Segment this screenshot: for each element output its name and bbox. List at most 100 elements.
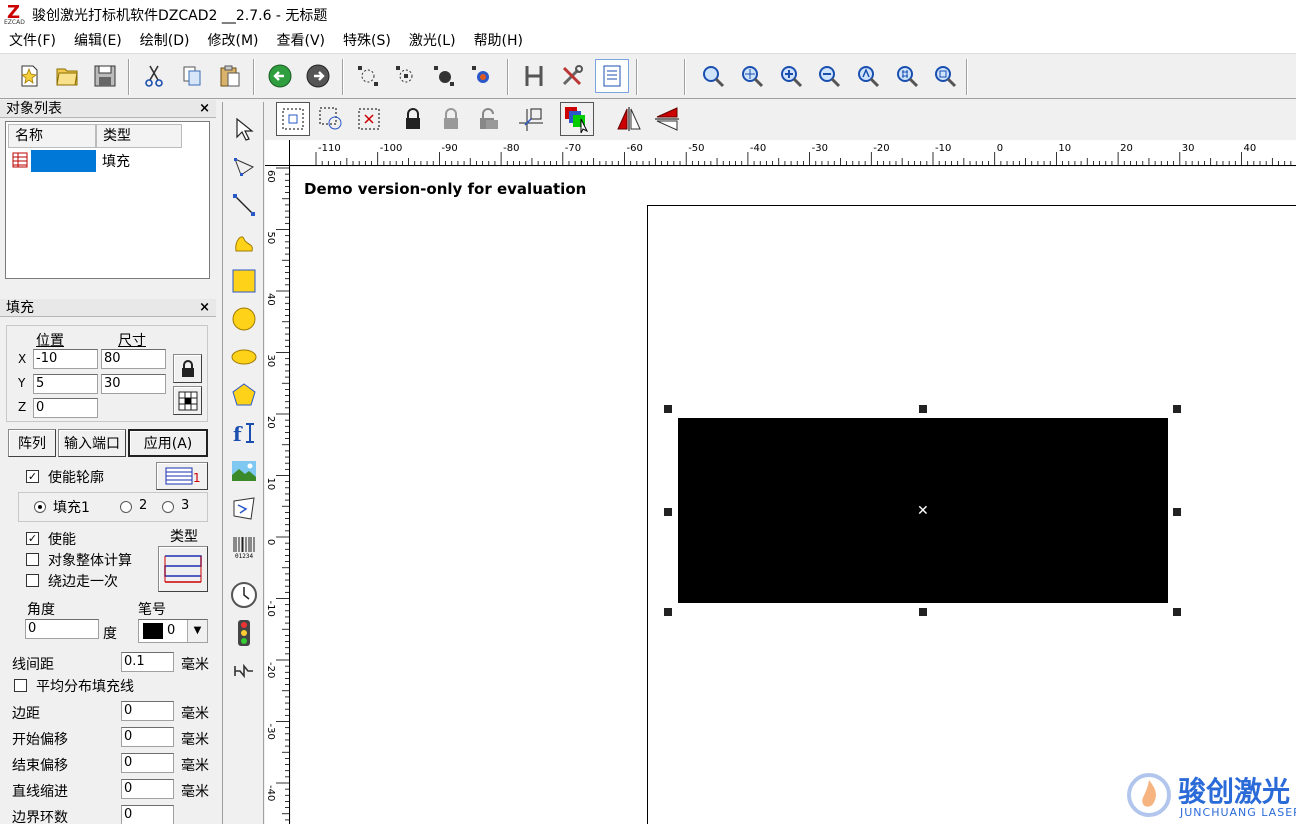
circle-tool-icon[interactable]	[227, 302, 261, 336]
x-position-input[interactable]: -10	[33, 349, 98, 369]
even-distribution-checkbox[interactable]	[14, 679, 27, 692]
barcode-tool-icon[interactable]: 01234	[227, 530, 261, 564]
lock-icon[interactable]	[396, 102, 430, 136]
color-node-icon[interactable]	[465, 59, 499, 93]
zoom-all-icon[interactable]	[851, 59, 885, 93]
zoom-page-icon[interactable]	[928, 59, 962, 93]
apply-button[interactable]: 应用(A)	[128, 429, 208, 457]
move-to-origin-icon[interactable]	[514, 102, 548, 136]
width-input[interactable]: 80	[101, 349, 166, 369]
edge-once-checkbox[interactable]	[26, 574, 39, 587]
deselect-icon[interactable]	[352, 102, 386, 136]
curve-tool-icon[interactable]	[227, 150, 261, 184]
vector-file-icon[interactable]	[227, 492, 261, 526]
open-file-icon[interactable]	[50, 59, 84, 93]
line-indent-input[interactable]: 0	[121, 779, 174, 799]
base-point-button[interactable]	[173, 386, 202, 415]
motion-tool-icon[interactable]	[227, 654, 261, 688]
bitmap-tool-icon[interactable]	[227, 454, 261, 488]
invert-select-icon[interactable]	[314, 102, 348, 136]
input-port-button[interactable]: 输入端口	[58, 429, 126, 457]
outline-settings-button[interactable]: 1	[156, 462, 208, 490]
line-spacing-input[interactable]: 0.1	[121, 652, 174, 672]
margin-input[interactable]: 0	[121, 701, 174, 721]
resize-handle[interactable]	[1173, 608, 1181, 616]
resize-handle[interactable]	[919, 608, 927, 616]
zoom-out-icon[interactable]	[812, 59, 846, 93]
new-file-icon[interactable]	[12, 59, 46, 93]
undo-arrow-icon[interactable]	[263, 59, 297, 93]
select-arrow-icon[interactable]	[227, 112, 261, 146]
column-name[interactable]: 名称	[8, 124, 96, 148]
close-icon[interactable]: ×	[199, 299, 210, 317]
menu-view[interactable]: 查看(V)	[268, 30, 335, 54]
fill-type-button[interactable]	[158, 546, 208, 592]
resize-handle[interactable]	[1173, 508, 1181, 516]
menu-help[interactable]: 帮助(H)	[465, 30, 532, 54]
table-row-selected-name[interactable]	[31, 150, 96, 172]
drawing-canvas[interactable]: Demo version-only for evaluation ✕	[291, 167, 1296, 824]
object-list[interactable]: 名称 类型 填充	[5, 121, 210, 279]
io-signal-icon[interactable]	[227, 616, 261, 650]
angle-input[interactable]: 0	[25, 619, 99, 639]
close-icon[interactable]: ×	[199, 100, 210, 118]
node-fill-icon[interactable]	[427, 59, 461, 93]
whole-calc-checkbox[interactable]	[26, 553, 39, 566]
text-tool-icon[interactable]: f	[227, 416, 261, 450]
unlock-all-icon[interactable]	[472, 102, 506, 136]
redo-arrow-icon[interactable]	[301, 59, 335, 93]
resize-handle[interactable]	[1173, 405, 1181, 413]
column-type[interactable]: 类型	[96, 124, 182, 148]
zoom-grid-icon[interactable]	[890, 59, 924, 93]
mirror-vertical-icon[interactable]	[650, 102, 684, 136]
menu-draw[interactable]: 绘制(D)	[131, 30, 199, 54]
chevron-down-icon[interactable]: ▼	[187, 620, 207, 642]
menu-modify[interactable]: 修改(M)	[198, 30, 267, 54]
start-offset-input[interactable]: 0	[121, 727, 174, 747]
zoom-in-icon[interactable]	[774, 59, 808, 93]
ellipse-tool-icon[interactable]	[227, 340, 261, 374]
cut-icon[interactable]	[137, 59, 171, 93]
menu-edit[interactable]: 编辑(E)	[65, 30, 131, 54]
node-select-icon[interactable]	[351, 59, 385, 93]
border-loops-input[interactable]: 0	[121, 805, 174, 824]
tools-icon[interactable]	[555, 59, 589, 93]
save-icon[interactable]	[88, 59, 122, 93]
copy-icon[interactable]	[175, 59, 209, 93]
bezier-tool-icon[interactable]	[227, 226, 261, 260]
array-button[interactable]: 阵列	[8, 429, 56, 457]
z-position-input[interactable]: 0	[33, 398, 98, 418]
parameters-icon[interactable]	[595, 59, 629, 93]
menu-laser[interactable]: 激光(L)	[400, 30, 465, 54]
zoom-move-icon[interactable]	[735, 59, 769, 93]
table-row-type[interactable]: 填充	[102, 151, 130, 171]
timer-tool-icon[interactable]	[227, 578, 261, 612]
resize-handle[interactable]	[919, 405, 927, 413]
unlock-icon[interactable]	[434, 102, 468, 136]
fill3-radio[interactable]	[162, 501, 174, 513]
resize-handle[interactable]	[664, 405, 672, 413]
node-edit-icon[interactable]	[389, 59, 423, 93]
h-tool-icon[interactable]	[517, 59, 551, 93]
lock-ratio-button[interactable]	[173, 354, 202, 383]
fill1-radio[interactable]	[34, 501, 46, 513]
paste-icon[interactable]	[213, 59, 247, 93]
zoom-icon[interactable]	[696, 59, 730, 93]
select-all-icon[interactable]	[276, 102, 310, 136]
menu-special[interactable]: 特殊(S)	[334, 30, 400, 54]
resize-handle[interactable]	[664, 508, 672, 516]
fill2-radio[interactable]	[120, 501, 132, 513]
rectangle-tool-icon[interactable]	[227, 264, 261, 298]
enable-checkbox[interactable]: ✓	[26, 532, 39, 545]
color-layers-icon[interactable]	[560, 102, 594, 136]
line-tool-icon[interactable]	[227, 188, 261, 222]
pen-select[interactable]: 0 ▼	[138, 619, 208, 643]
polygon-tool-icon[interactable]	[227, 378, 261, 412]
menu-file[interactable]: 文件(F)	[0, 30, 65, 54]
y-position-input[interactable]: 5	[33, 374, 98, 394]
resize-handle[interactable]	[664, 608, 672, 616]
enable-outline-checkbox[interactable]: ✓	[26, 470, 39, 483]
end-offset-input[interactable]: 0	[121, 753, 174, 773]
height-input[interactable]: 30	[101, 374, 166, 394]
mirror-horizontal-icon[interactable]	[612, 102, 646, 136]
